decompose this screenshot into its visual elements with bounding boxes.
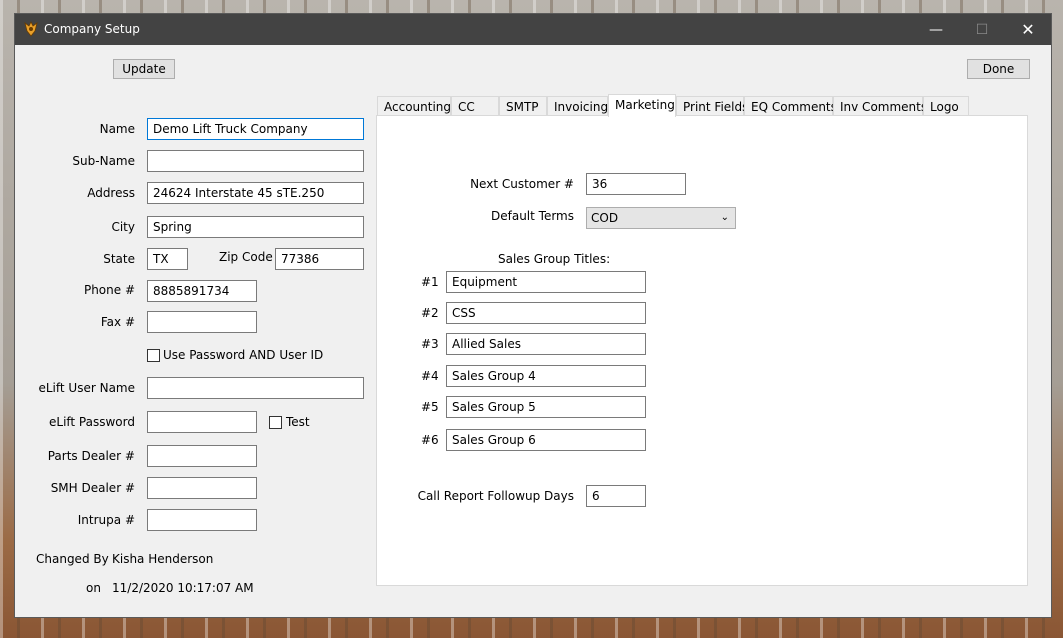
default-terms-value: COD — [591, 211, 619, 225]
next-customer-label: Next Customer # — [470, 177, 574, 191]
followup-days-label: Call Report Followup Days — [417, 489, 574, 503]
smh-dealer-label: SMH Dealer # — [50, 481, 135, 495]
smh-dealer-field[interactable] — [147, 477, 257, 499]
tab-accounting[interactable]: Accounting — [377, 96, 451, 116]
sales-group-titles-label: Sales Group Titles: — [498, 252, 611, 266]
default-terms-label: Default Terms — [491, 209, 574, 223]
changed-by-value: Kisha Henderson — [112, 552, 214, 566]
group-5-number: #5 — [421, 400, 439, 414]
group-2-number: #2 — [421, 306, 439, 320]
group-1-number: #1 — [421, 275, 439, 289]
tab-cc[interactable]: CC — [451, 96, 499, 116]
changed-on-value: 11/2/2020 10:17:07 AM — [112, 581, 254, 595]
test-checkbox[interactable] — [269, 416, 282, 429]
maximize-button[interactable]: ☐ — [959, 14, 1005, 45]
tab-smtp[interactable]: SMTP — [499, 96, 547, 116]
tab-marketing[interactable]: Marketing — [608, 94, 676, 117]
phone-field[interactable]: 8885891734 — [147, 280, 257, 302]
update-button[interactable]: Update — [113, 59, 175, 79]
tab-logo[interactable]: Logo — [923, 96, 969, 116]
zip-field[interactable]: 77386 — [275, 248, 364, 270]
intrupa-label: Intrupa # — [77, 513, 135, 527]
tab-inv-comments[interactable]: Inv Comments — [833, 96, 927, 116]
group-1-field[interactable]: Equipment — [446, 271, 646, 293]
use-password-label: Use Password AND User ID — [163, 348, 324, 362]
group-4-field[interactable]: Sales Group 4 — [446, 365, 646, 387]
followup-days-field[interactable]: 6 — [586, 485, 646, 507]
chevron-down-icon: ⌄ — [720, 212, 729, 223]
group-6-field[interactable]: Sales Group 6 — [446, 429, 646, 451]
company-setup-window: Company Setup — ☐ ✕ Update Done Name Dem… — [15, 14, 1051, 617]
state-field[interactable]: TX — [147, 248, 188, 270]
subname-label: Sub-Name — [72, 154, 135, 168]
done-button[interactable]: Done — [967, 59, 1030, 79]
group-2-field[interactable]: CSS — [446, 302, 646, 324]
elift-user-label: eLift User Name — [38, 381, 135, 395]
marketing-panel: Next Customer # 36 Default Terms COD ⌄ S… — [376, 115, 1028, 586]
minimize-button[interactable]: — — [913, 14, 959, 45]
next-customer-field[interactable]: 36 — [586, 173, 686, 195]
group-3-number: #3 — [421, 337, 439, 351]
city-field[interactable]: Spring — [147, 216, 364, 238]
title-bar[interactable]: Company Setup — ☐ ✕ — [15, 14, 1051, 45]
default-terms-select[interactable]: COD ⌄ — [586, 207, 736, 229]
name-field[interactable]: Demo Lift Truck Company — [147, 118, 364, 140]
address-label: Address — [87, 186, 135, 200]
group-5-field[interactable]: Sales Group 5 — [446, 396, 646, 418]
tab-eq-comments[interactable]: EQ Comments — [744, 96, 837, 116]
subname-field[interactable] — [147, 150, 364, 172]
parts-dealer-field[interactable] — [147, 445, 257, 467]
group-3-field[interactable]: Allied Sales — [446, 333, 646, 355]
test-label: Test — [286, 415, 310, 429]
changed-on-label: on — [86, 581, 101, 595]
app-logo-icon — [23, 21, 39, 37]
tab-invoicing[interactable]: Invoicing — [547, 96, 608, 116]
parts-dealer-label: Parts Dealer # — [47, 449, 135, 463]
changed-by-label: Changed By — [36, 552, 109, 566]
use-password-checkbox[interactable] — [147, 349, 160, 362]
elift-password-field[interactable] — [147, 411, 257, 433]
zip-label: Zip Code — [219, 250, 273, 264]
group-4-number: #4 — [421, 369, 439, 383]
phone-label: Phone # — [83, 283, 135, 297]
window-title: Company Setup — [44, 22, 140, 36]
name-label: Name — [99, 122, 135, 136]
fax-label: Fax # — [100, 315, 135, 329]
state-label: State — [103, 252, 135, 266]
intrupa-field[interactable] — [147, 509, 257, 531]
group-6-number: #6 — [421, 433, 439, 447]
city-label: City — [111, 220, 135, 234]
tab-print-fields[interactable]: Print Fields — [676, 96, 748, 116]
fax-field[interactable] — [147, 311, 257, 333]
elift-user-field[interactable] — [147, 377, 364, 399]
elift-password-label: eLift Password — [49, 415, 135, 429]
close-button[interactable]: ✕ — [1005, 14, 1051, 45]
address-field[interactable]: 24624 Interstate 45 sTE.250 — [147, 182, 364, 204]
